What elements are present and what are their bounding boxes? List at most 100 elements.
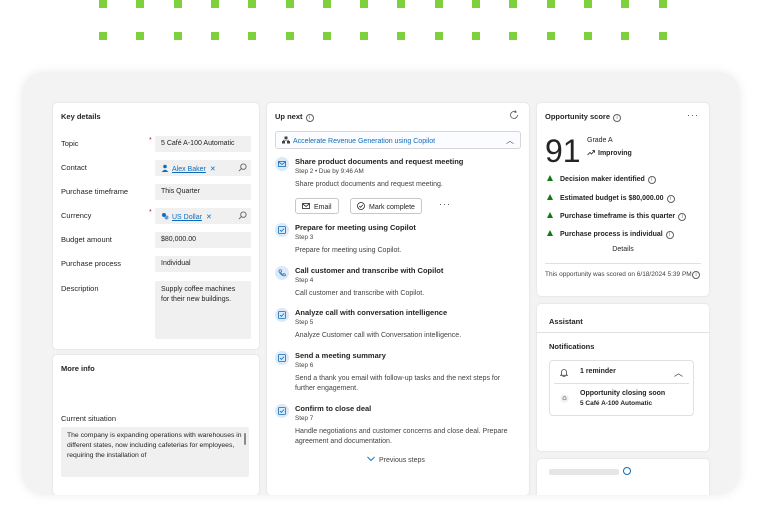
app-window: Key details Topic * 5 Café A-100 Automat… [22, 72, 740, 495]
step-subtitle: Step 7 [295, 415, 314, 422]
reminder-card[interactable]: 1 reminder ︿ Opportunity closing soon 5 … [549, 360, 694, 416]
info-icon[interactable]: i [666, 195, 675, 203]
task-checkbox-icon [275, 223, 289, 237]
task-checkbox-icon [275, 404, 289, 418]
clipped-panel-header [549, 469, 619, 475]
reminder-bell-icon [560, 394, 569, 403]
step-item[interactable]: Call customer and transcribe with Copilo… [275, 266, 521, 304]
reminder-title: Opportunity closing soon [580, 390, 666, 397]
step-description: Prepare for meeting using Copilot. [295, 247, 402, 254]
factor-label: Estimated budget is $80,000.00 [560, 195, 664, 202]
divider [545, 263, 701, 264]
chevron-up-icon[interactable]: ︿ [674, 366, 683, 379]
info-icon[interactable]: i [647, 176, 656, 184]
details-link[interactable]: Details [537, 246, 709, 253]
decorative-dot [397, 0, 406, 8]
remove-currency-icon[interactable]: ✕ [206, 214, 212, 221]
chevron-up-icon[interactable]: ︿ [506, 135, 514, 146]
step-description: Handle negotiations and customer concern… [295, 428, 508, 445]
assistant-panel: Assistant Notifications 1 reminder ︿ Opp… [537, 304, 709, 451]
info-icon[interactable]: i [678, 213, 687, 221]
info-icon[interactable] [623, 467, 631, 475]
decorative-dot [173, 32, 182, 40]
more-options-icon[interactable]: ··· [687, 110, 699, 120]
step-item[interactable]: Send a meeting summary Step 6 Send a tha… [275, 351, 521, 397]
refresh-icon[interactable] [509, 110, 519, 120]
task-checkbox-icon [275, 351, 289, 365]
trend-label: Improving [598, 150, 632, 157]
notifications-label: Notifications [549, 342, 595, 351]
currency-lookup-field[interactable]: US Dollar ✕ [155, 208, 251, 224]
info-icon[interactable]: i [692, 271, 700, 279]
decorative-dot [136, 32, 145, 40]
trend-indicator: Improving [587, 149, 632, 157]
step-item[interactable]: Analyze call with conversation intellige… [275, 308, 521, 346]
currency-link[interactable]: US Dollar [172, 214, 202, 221]
step-item[interactable]: Confirm to close deal Step 7 Handle nego… [275, 404, 521, 450]
search-icon[interactable] [238, 163, 247, 172]
score-value: 91 [545, 133, 581, 169]
decorative-dot [434, 0, 443, 8]
decorative-dot [658, 32, 667, 40]
budget-field[interactable]: $80,000.00 [155, 232, 251, 248]
score-factor: Purchase timeframe is this quarter i [547, 212, 687, 221]
decorative-dot [397, 32, 406, 40]
more-options-icon[interactable]: ··· [439, 199, 451, 209]
scrollbar[interactable] [244, 433, 246, 445]
factor-label: Decision maker identified [560, 176, 645, 183]
sequence-icon [282, 136, 290, 144]
reminder-count: 1 reminder [580, 368, 616, 375]
chevron-down-icon [367, 456, 375, 462]
task-checkbox-icon [275, 308, 289, 322]
current-situation-text: The company is expanding operations with… [67, 432, 242, 459]
arrow-up-icon [547, 175, 553, 181]
step-subtitle: Step 2 • Due by 9:46 AM [295, 168, 364, 175]
contact-lookup-field[interactable]: Alex Baker ✕ [155, 160, 251, 176]
decorative-dot [472, 0, 480, 8]
decorative-dot [509, 32, 518, 40]
search-icon[interactable] [238, 211, 247, 220]
timeframe-row: Purchase timeframe This Quarter [61, 184, 251, 200]
factor-label: Purchase process is individual [560, 231, 663, 238]
step-subtitle: Step 3 [295, 234, 314, 241]
step-description: Call customer and transcribe with Copilo… [295, 290, 425, 297]
step-title: Send a meeting summary [295, 351, 386, 360]
sequence-selector[interactable]: Accelerate Revenue Generation using Copi… [275, 131, 521, 149]
up-next-header: Up next i [275, 112, 314, 122]
more-info-title: More info [61, 364, 95, 373]
currency-row: Currency * US Dollar ✕ [61, 208, 251, 224]
topic-field[interactable]: 5 Café A-100 Automatic [155, 136, 251, 152]
timeframe-select[interactable]: This Quarter [155, 184, 251, 200]
email-button[interactable]: Email [295, 198, 339, 214]
mark-complete-label: Mark complete [369, 204, 415, 211]
step-description: Analyze Customer call with Conversation … [295, 332, 462, 339]
arrow-up-icon [547, 194, 553, 200]
assistant-title: Assistant [549, 317, 583, 326]
current-situation-textarea[interactable]: The company is expanding operations with… [61, 427, 249, 477]
key-details-title: Key details [61, 112, 101, 121]
step-title: Prepare for meeting using Copilot [295, 223, 416, 232]
contact-link[interactable]: Alex Baker [172, 166, 206, 173]
description-textarea[interactable]: Supply coffee machines for their new bui… [155, 281, 251, 339]
contact-label: Contact [61, 163, 87, 172]
info-icon[interactable]: i [305, 114, 314, 122]
info-icon[interactable]: i [613, 114, 622, 122]
topic-row: Topic * 5 Café A-100 Automatic [61, 136, 251, 152]
process-select[interactable]: Individual [155, 256, 251, 272]
budget-row: Budget amount $80,000.00 [61, 232, 251, 248]
remove-contact-icon[interactable]: ✕ [210, 166, 216, 173]
info-icon[interactable]: i [665, 231, 674, 239]
arrow-up-icon [547, 230, 553, 236]
score-footer: This opportunity was scored on 6/18/2024… [545, 271, 694, 278]
previous-steps-button[interactable]: Previous steps [367, 456, 425, 464]
decorative-dot [472, 32, 480, 40]
score-factor: Purchase process is individual i [547, 230, 674, 239]
current-situation-label: Current situation [61, 414, 117, 423]
decorative-dot [658, 0, 667, 8]
grade-label: Grade A [587, 137, 613, 144]
currency-icon [162, 213, 169, 220]
decorative-dot [248, 0, 257, 8]
mark-complete-button[interactable]: Mark complete [350, 198, 422, 214]
step-item[interactable]: Prepare for meeting using Copilot Step 3… [275, 223, 521, 261]
decorative-dot [621, 0, 630, 8]
